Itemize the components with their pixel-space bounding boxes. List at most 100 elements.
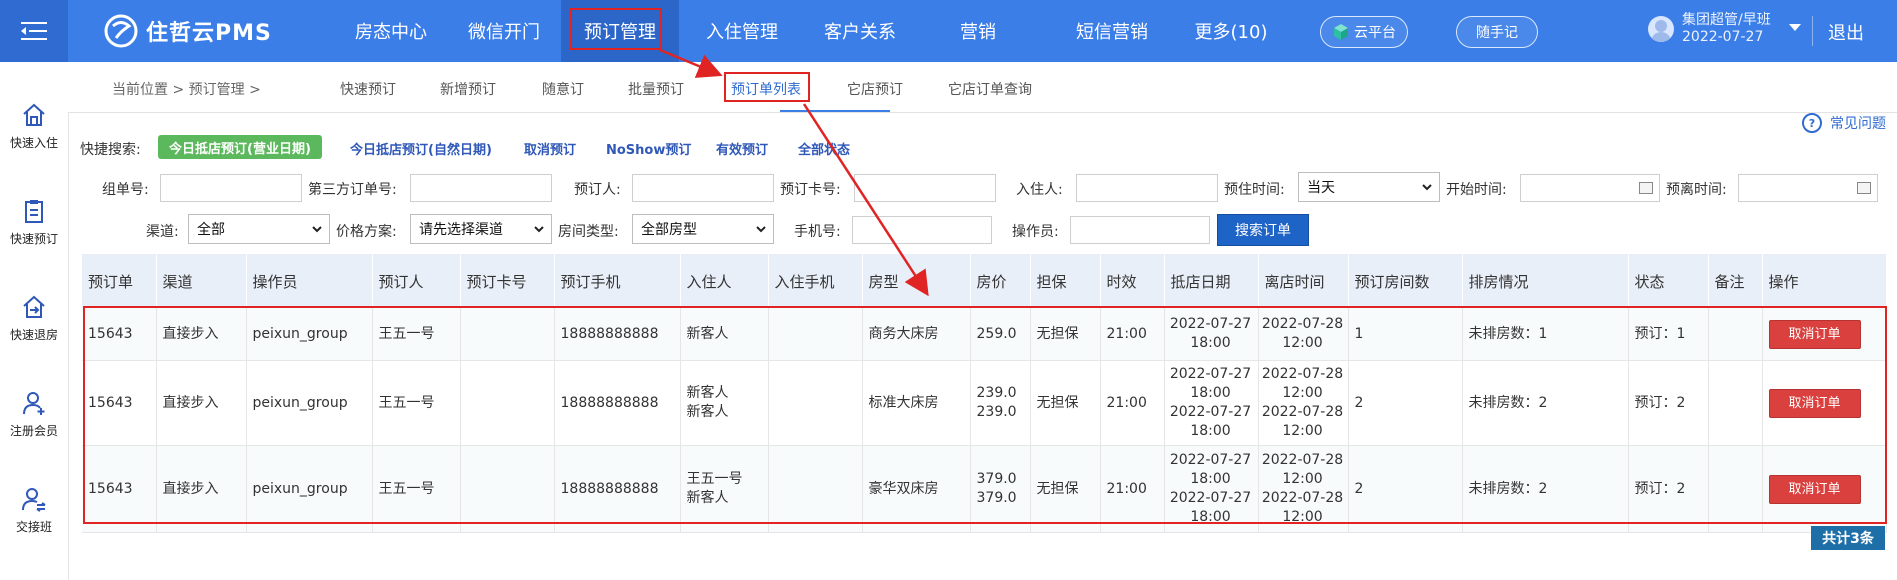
guest-name: 王五一号 (686, 471, 743, 487)
col-operator[interactable]: 操作员 (246, 254, 373, 308)
guest-name: 新客人 (686, 325, 729, 342)
table-row[interactable]: 15643 直接步入 peixun_group 王五一号 18888888888… (82, 445, 1887, 533)
col-departure[interactable]: 离店时间 (1258, 254, 1349, 308)
cancel-order-button[interactable]: 取消订单 (1768, 319, 1861, 349)
phone-label: 手机号: (794, 224, 841, 240)
user-menu[interactable]: 集团超管/早班 2022-07-27 (1648, 12, 1771, 46)
cell-rooms: 2 (1348, 360, 1463, 446)
cell-guest: 新客人 新客人 (680, 360, 769, 446)
nav-checkin-mgmt[interactable]: 入住管理 (690, 0, 794, 62)
cell-action: 取消订单 (1762, 360, 1887, 446)
sidebar-item-register-member[interactable]: 注册会员 (0, 390, 68, 439)
col-booker[interactable]: 预订人 (372, 254, 461, 308)
tab-booking-list[interactable]: 预订单列表 (731, 79, 801, 99)
cell-guarantee: 无担保 (1030, 445, 1101, 533)
group-no-label: 组单号: (102, 182, 149, 198)
col-order[interactable]: 预订单 (82, 254, 157, 308)
col-room-type[interactable]: 房型 (862, 254, 971, 308)
col-guest[interactable]: 入住人 (680, 254, 769, 308)
table-row[interactable]: 15643 直接步入 peixun_group 王五一号 18888888888… (82, 360, 1887, 446)
operator-input[interactable] (1070, 216, 1210, 244)
sidebar-item-quick-checkout[interactable]: 快速退房 (0, 294, 68, 343)
cell-card (460, 445, 555, 533)
cloud-platform-button[interactable]: 云平台 (1320, 16, 1408, 48)
start-time-input[interactable] (1520, 174, 1660, 202)
col-booking-card[interactable]: 预订卡号 (460, 254, 555, 308)
sidebar-item-quick-checkin[interactable]: 快速入住 (0, 102, 68, 151)
table-header-row: 预订单 渠道 操作员 预订人 预订卡号 预订手机 入住人 入住手机 房型 房价 … (82, 254, 1887, 308)
menu-toggle-button[interactable] (0, 0, 68, 62)
col-guarantee[interactable]: 担保 (1030, 254, 1101, 308)
cancel-order-button[interactable]: 取消订单 (1768, 388, 1861, 418)
cell-remark (1708, 445, 1763, 533)
tab-casual-booking[interactable]: 随意订 (542, 79, 584, 99)
col-status[interactable]: 状态 (1628, 254, 1709, 308)
sidebar-item-shift-handover[interactable]: 交接班 (0, 486, 68, 535)
calendar-icon[interactable] (1857, 182, 1871, 194)
room-type-label: 房间类型: (558, 224, 619, 240)
quick-search-all-status[interactable]: 全部状态 (798, 139, 850, 158)
app-title: 住哲云PMS (146, 21, 272, 46)
stay-time-select[interactable]: 当天 (1298, 172, 1440, 202)
tab-other-store-query[interactable]: 它店订单查询 (948, 79, 1032, 99)
home-icon (23, 103, 45, 126)
nav-wechat-door[interactable]: 微信开门 (452, 0, 556, 62)
col-remark[interactable]: 备注 (1708, 254, 1763, 308)
nav-customer-relations[interactable]: 客户关系 (808, 0, 912, 62)
col-rooms[interactable]: 预订房间数 (1348, 254, 1463, 308)
cell-arrival: 2022-07-27 18:00 2022-07-27 18:00 (1164, 360, 1259, 446)
third-party-no-input[interactable] (410, 174, 552, 202)
tab-batch-booking[interactable]: 批量预订 (628, 79, 684, 99)
quick-search-valid[interactable]: 有效预订 (716, 139, 768, 158)
channel-select[interactable]: 全部 (188, 214, 330, 244)
group-no-input[interactable] (160, 174, 302, 202)
app-logo[interactable]: 住哲云PMS (104, 14, 272, 48)
cell-phone: 18888888888 (554, 360, 681, 446)
quick-search-today-natural[interactable]: 今日抵店预订(自然日期) (350, 139, 492, 158)
col-validity[interactable]: 时效 (1100, 254, 1165, 308)
leave-time-input[interactable] (1738, 174, 1878, 202)
phone-input[interactable] (852, 216, 992, 244)
tab-other-store-booking[interactable]: 它店预订 (847, 79, 903, 99)
nav-marketing[interactable]: 营销 (938, 0, 1018, 62)
channel-value: 全部 (197, 222, 225, 238)
tab-new-booking[interactable]: 新增预订 (440, 79, 496, 99)
room-type-select[interactable]: 全部房型 (632, 214, 774, 244)
sub-navigation: 当前位置 > 预订管理 > 快速预订 新增预订 随意订 批量预订 预订单列表 它… (68, 62, 1897, 113)
faq-link[interactable]: ? 常见问题 (1802, 113, 1886, 133)
col-assignment[interactable]: 排房情况 (1462, 254, 1629, 308)
guest-input[interactable] (1076, 174, 1218, 202)
nav-more[interactable]: 更多(10) (1176, 0, 1286, 62)
nav-room-status[interactable]: 房态中心 (340, 0, 442, 62)
price-plan-select[interactable]: 请先选择渠道 (410, 214, 552, 244)
nav-reservation-mgmt[interactable]: 预订管理 (561, 0, 679, 62)
table-row[interactable]: 15643 直接步入 peixun_group 王五一号 18888888888… (82, 308, 1887, 361)
booking-card-input[interactable] (854, 174, 996, 202)
sidebar-item-quick-booking[interactable]: 快速预订 (0, 198, 68, 247)
tab-quick-booking[interactable]: 快速预订 (340, 79, 396, 99)
cell-guest: 王五一号 新客人 (680, 445, 769, 533)
cell-price: 379.0 379.0 (970, 445, 1031, 533)
departure-value: 2022-07-28 (1261, 452, 1344, 468)
cell-guest-phone (768, 360, 863, 446)
quick-search-today-business[interactable]: 今日抵店预订(营业日期) (158, 135, 322, 159)
cancel-order-button[interactable]: 取消订单 (1768, 474, 1861, 504)
col-price[interactable]: 房价 (970, 254, 1031, 308)
search-orders-button[interactable]: 搜索订单 (1217, 214, 1309, 246)
col-channel[interactable]: 渠道 (156, 254, 247, 308)
col-booking-phone[interactable]: 预订手机 (554, 254, 681, 308)
quick-search-cancelled[interactable]: 取消预订 (524, 139, 576, 158)
logout-button[interactable]: 退出 (1828, 19, 1864, 45)
cell-rooms: 1 (1348, 308, 1463, 361)
operator-label: 操作员: (1012, 224, 1059, 240)
calendar-icon[interactable] (1639, 182, 1653, 194)
cell-action: 取消订单 (1762, 308, 1887, 361)
col-guest-phone[interactable]: 入住手机 (768, 254, 863, 308)
nav-sms-marketing[interactable]: 短信营销 (1052, 0, 1172, 62)
col-arrival[interactable]: 抵店日期 (1164, 254, 1259, 308)
quick-search-noshow[interactable]: NoShow预订 (606, 139, 691, 158)
cell-card (460, 360, 555, 446)
caret-down-icon[interactable] (1788, 23, 1802, 33)
booker-input[interactable] (632, 174, 774, 202)
notes-button[interactable]: 随手记 (1456, 16, 1538, 48)
